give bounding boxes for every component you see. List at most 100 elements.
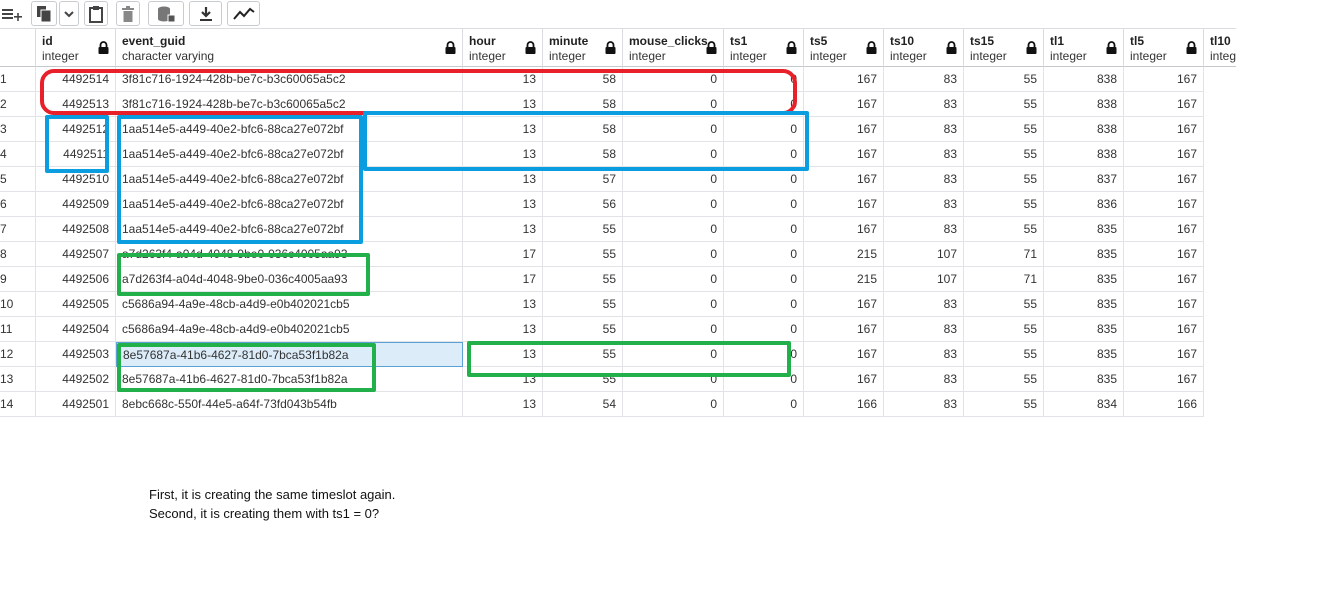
cell-event-guid[interactable]: 1aa514e5-a449-40e2-bfc6-88ca27e072bf [116, 142, 463, 167]
cell-ts5[interactable]: 167 [804, 167, 884, 192]
column-header-tl5[interactable]: tl5 integer [1124, 29, 1204, 67]
cell-ts15[interactable]: 55 [964, 192, 1044, 217]
table-row[interactable]: 12 4492503 8e57687a-41b6-4627-81d0-7bca53f… [0, 342, 1236, 367]
table-row[interactable]: 7 4492508 1aa514e5-a449-40e2-bfc6-88ca27e0… [0, 217, 1236, 242]
column-header-ts1[interactable]: ts1 integer [724, 29, 804, 67]
cell-tl5[interactable]: 167 [1124, 317, 1204, 342]
save-data-button[interactable] [148, 1, 184, 26]
cell-event-guid[interactable]: a7d263f4-a04d-4048-9be0-036c4005aa93 [116, 242, 463, 267]
cell-ts10[interactable]: 107 [884, 242, 964, 267]
column-header-ts5[interactable]: ts5 integer [804, 29, 884, 67]
cell-ts1[interactable]: 0 [724, 92, 804, 117]
cell-tl1[interactable]: 838 [1044, 142, 1124, 167]
delete-button[interactable] [116, 1, 140, 26]
cell-ts1[interactable]: 0 [724, 192, 804, 217]
cell-mouse-clicks[interactable]: 0 [623, 142, 724, 167]
cell-ts10[interactable]: 83 [884, 117, 964, 142]
cell-hour[interactable]: 13 [463, 192, 543, 217]
cell-minute[interactable]: 56 [543, 192, 623, 217]
cell-event-guid[interactable]: c5686a94-4a9e-48cb-a4d9-e0b402021cb5 [116, 317, 463, 342]
cell-event-guid[interactable]: 1aa514e5-a449-40e2-bfc6-88ca27e072bf [116, 217, 463, 242]
cell-ts1[interactable]: 0 [724, 317, 804, 342]
cell-mouse-clicks[interactable]: 0 [623, 342, 724, 367]
cell-tl1[interactable]: 834 [1044, 392, 1124, 417]
cell-minute[interactable]: 58 [543, 142, 623, 167]
cell-event-guid[interactable]: 1aa514e5-a449-40e2-bfc6-88ca27e072bf [116, 167, 463, 192]
cell-ts5[interactable]: 167 [804, 192, 884, 217]
cell-ts10[interactable]: 83 [884, 167, 964, 192]
cell-event-guid[interactable]: c5686a94-4a9e-48cb-a4d9-e0b402021cb5 [116, 292, 463, 317]
cell-ts5[interactable]: 166 [804, 392, 884, 417]
cell-tl5[interactable]: 167 [1124, 217, 1204, 242]
cell-id[interactable]: 4492504 [36, 317, 116, 342]
cell-hour[interactable]: 13 [463, 67, 543, 92]
table-row[interactable]: 2 4492513 3f81c716-1924-428b-be7c-b3c60065… [0, 92, 1236, 117]
column-header-hour[interactable]: hour integer [463, 29, 543, 67]
cell-tl1[interactable]: 838 [1044, 92, 1124, 117]
column-header-minute[interactable]: minute integer [543, 29, 623, 67]
cell-ts10[interactable]: 83 [884, 92, 964, 117]
cell-ts15[interactable]: 71 [964, 267, 1044, 292]
cell-mouse-clicks[interactable]: 0 [623, 67, 724, 92]
cell-tl5[interactable]: 167 [1124, 167, 1204, 192]
cell-ts5[interactable]: 215 [804, 242, 884, 267]
cell-tl5[interactable]: 167 [1124, 342, 1204, 367]
cell-id[interactable]: 4492507 [36, 242, 116, 267]
cell-tl5[interactable]: 167 [1124, 142, 1204, 167]
cell-tl1[interactable]: 838 [1044, 67, 1124, 92]
add-row-button[interactable] [0, 1, 24, 26]
cell-hour[interactable]: 13 [463, 342, 543, 367]
cell-ts1[interactable]: 0 [724, 292, 804, 317]
cell-hour[interactable]: 13 [463, 217, 543, 242]
cell-tl1[interactable]: 835 [1044, 217, 1124, 242]
cell-ts15[interactable]: 55 [964, 142, 1044, 167]
cell-mouse-clicks[interactable]: 0 [623, 392, 724, 417]
cell-id[interactable]: 4492511 [36, 142, 116, 167]
cell-event-guid[interactable]: 8e57687a-41b6-4627-81d0-7bca53f1b82a [116, 342, 463, 367]
cell-ts1[interactable]: 0 [724, 367, 804, 392]
cell-mouse-clicks[interactable]: 0 [623, 117, 724, 142]
cell-minute[interactable]: 55 [543, 267, 623, 292]
cell-mouse-clicks[interactable]: 0 [623, 367, 724, 392]
cell-hour[interactable]: 17 [463, 267, 543, 292]
cell-hour[interactable]: 13 [463, 367, 543, 392]
cell-minute[interactable]: 58 [543, 117, 623, 142]
cell-ts1[interactable]: 0 [724, 342, 804, 367]
cell-ts1[interactable]: 0 [724, 117, 804, 142]
cell-tl1[interactable]: 837 [1044, 167, 1124, 192]
cell-mouse-clicks[interactable]: 0 [623, 192, 724, 217]
table-row[interactable]: 9 4492506 a7d263f4-a04d-4048-9be0-036c4005… [0, 267, 1236, 292]
cell-tl5[interactable]: 167 [1124, 267, 1204, 292]
cell-ts5[interactable]: 167 [804, 342, 884, 367]
cell-ts1[interactable]: 0 [724, 392, 804, 417]
cell-id[interactable]: 4492512 [36, 117, 116, 142]
cell-minute[interactable]: 55 [543, 292, 623, 317]
cell-ts5[interactable]: 167 [804, 92, 884, 117]
cell-tl1[interactable]: 835 [1044, 292, 1124, 317]
cell-hour[interactable]: 13 [463, 317, 543, 342]
cell-minute[interactable]: 55 [543, 317, 623, 342]
table-row[interactable]: 1 4492514 3f81c716-1924-428b-be7c-b3c60065… [0, 67, 1236, 92]
cell-tl5[interactable]: 167 [1124, 367, 1204, 392]
cell-hour[interactable]: 13 [463, 392, 543, 417]
cell-event-guid[interactable]: 1aa514e5-a449-40e2-bfc6-88ca27e072bf [116, 117, 463, 142]
cell-ts15[interactable]: 55 [964, 342, 1044, 367]
table-row[interactable]: 13 4492502 8e57687a-41b6-4627-81d0-7bca53f… [0, 367, 1236, 392]
cell-mouse-clicks[interactable]: 0 [623, 292, 724, 317]
table-row[interactable]: 8 4492507 a7d263f4-a04d-4048-9be0-036c4005… [0, 242, 1236, 267]
cell-ts5[interactable]: 215 [804, 267, 884, 292]
cell-id[interactable]: 4492503 [36, 342, 116, 367]
cell-mouse-clicks[interactable]: 0 [623, 167, 724, 192]
cell-tl5[interactable]: 167 [1124, 292, 1204, 317]
cell-ts15[interactable]: 71 [964, 242, 1044, 267]
cell-minute[interactable]: 55 [543, 217, 623, 242]
cell-ts10[interactable]: 83 [884, 317, 964, 342]
table-row[interactable]: 6 4492509 1aa514e5-a449-40e2-bfc6-88ca27e0… [0, 192, 1236, 217]
cell-ts15[interactable]: 55 [964, 92, 1044, 117]
cell-id[interactable]: 4492505 [36, 292, 116, 317]
cell-id[interactable]: 4492502 [36, 367, 116, 392]
cell-tl1[interactable]: 835 [1044, 267, 1124, 292]
cell-ts15[interactable]: 55 [964, 117, 1044, 142]
cell-hour[interactable]: 13 [463, 142, 543, 167]
download-button[interactable] [189, 1, 222, 26]
